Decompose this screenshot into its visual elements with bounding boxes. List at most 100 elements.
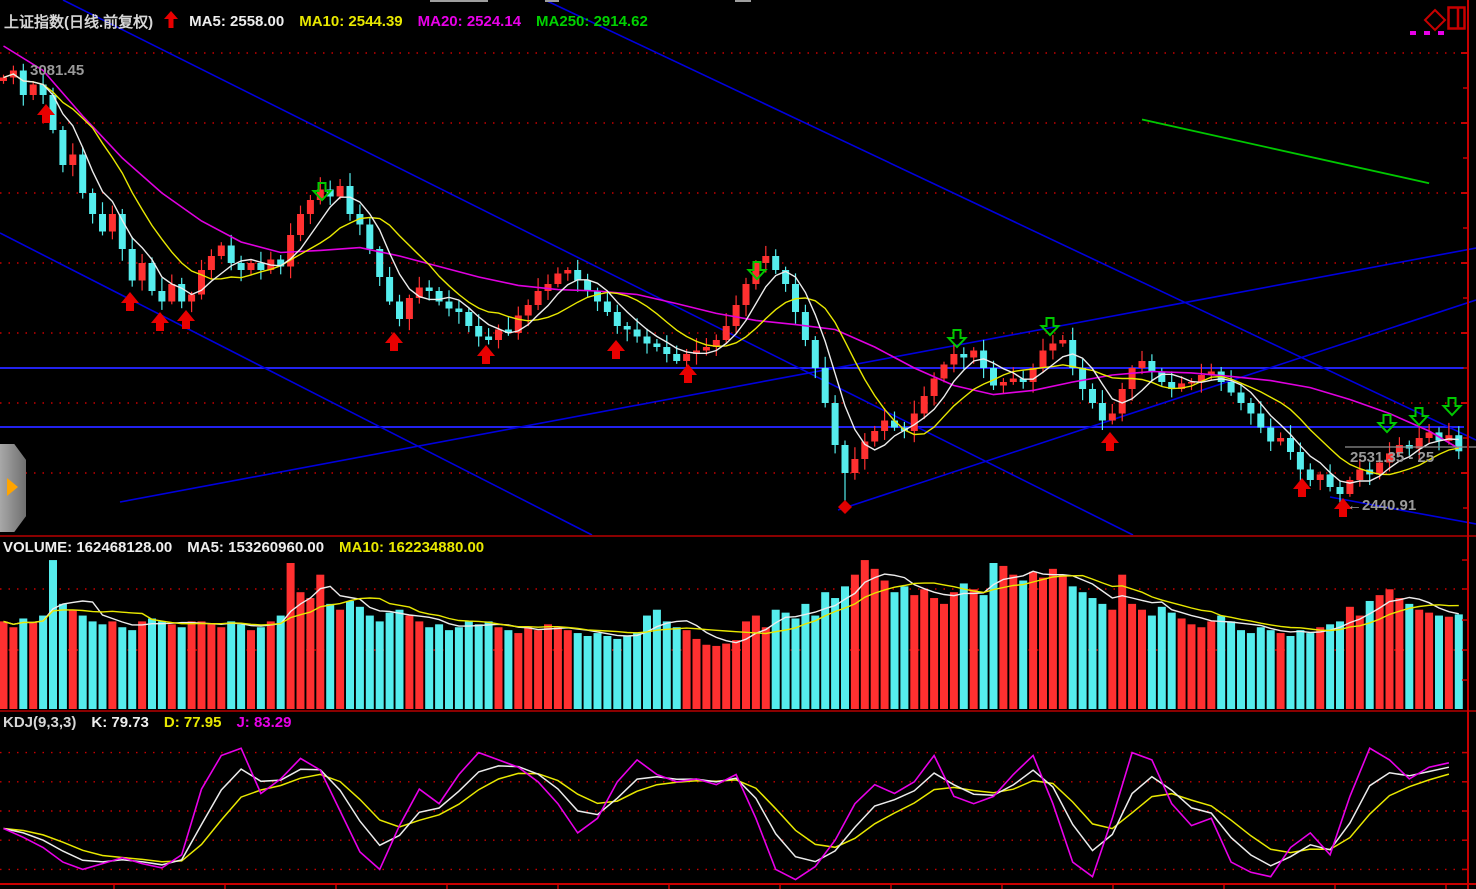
volume-bar <box>29 623 37 709</box>
volume-bar <box>1069 586 1077 709</box>
candle-body <box>1059 340 1066 344</box>
volume-bar <box>752 616 760 709</box>
candle-body <box>465 312 472 326</box>
volume-bar <box>128 630 136 709</box>
volume-bar <box>1296 630 1304 709</box>
volume-bar <box>455 627 463 709</box>
volume-bar <box>1118 575 1126 709</box>
volume-bar <box>1049 569 1057 709</box>
candle-body <box>99 214 106 232</box>
candle-body <box>158 291 165 302</box>
sell-signal-arrow-icon <box>1379 415 1396 432</box>
volume-bar <box>1435 616 1443 709</box>
volume-bar <box>980 595 988 709</box>
candle-body <box>881 421 888 432</box>
volume-bar <box>1108 610 1116 709</box>
volume-bar <box>762 627 770 709</box>
volume-bar <box>69 610 77 709</box>
volume-bar <box>891 592 899 709</box>
volume-bar <box>1455 614 1463 709</box>
volume-bar <box>118 627 126 709</box>
candle-body <box>812 340 819 368</box>
volume-bar <box>831 598 839 709</box>
volume-bar <box>49 560 57 709</box>
volume-bar <box>19 618 27 709</box>
volume-bar <box>207 624 215 709</box>
volume-bar <box>297 592 305 709</box>
candle-body <box>475 326 482 337</box>
window-edge-fragment <box>545 0 559 2</box>
volume-bar <box>1336 621 1344 709</box>
candle-body <box>69 155 76 166</box>
candle-body <box>89 193 96 214</box>
volume-bar <box>326 604 334 709</box>
volume-ma10-value: MA10: 162234880.00 <box>339 539 484 556</box>
chart-canvas[interactable] <box>0 0 1476 889</box>
candle-body <box>149 263 156 291</box>
candle-body <box>594 291 601 302</box>
volume-bar <box>1098 604 1106 709</box>
candle-body <box>673 354 680 361</box>
candle-body <box>1079 368 1086 389</box>
candle-body <box>1158 372 1165 383</box>
kdj-j-value: J: 83.29 <box>236 714 291 731</box>
volume-bar <box>198 621 206 709</box>
volume-bar <box>316 575 324 709</box>
volume-bar <box>445 630 453 709</box>
volume-bar <box>1217 616 1225 709</box>
volume-bar <box>1445 617 1453 709</box>
window-edge-fragment <box>430 0 488 2</box>
volume-bar <box>910 595 918 709</box>
volume-bar <box>653 610 661 709</box>
ma5-value: MA5: 2558.00 <box>189 13 284 30</box>
candle-body <box>426 288 433 292</box>
candle-body <box>574 270 581 281</box>
kdj-d-value: D: 77.95 <box>164 714 222 731</box>
volume-bar <box>524 627 532 709</box>
candle-body <box>703 347 710 351</box>
volume-bar <box>1366 601 1374 709</box>
candle-body <box>307 200 314 214</box>
candle-body <box>723 326 730 340</box>
volume-ma5-value: MA5: 153260960.00 <box>187 539 324 556</box>
candle-body <box>604 302 611 313</box>
candle-body <box>1247 403 1254 414</box>
volume-bar <box>950 592 958 709</box>
price-high-label: 3081.45 <box>30 62 84 79</box>
candle-body <box>832 403 839 445</box>
volume-bar <box>1257 627 1265 709</box>
more-options-dots-icon[interactable] <box>1410 31 1444 35</box>
volume-bar <box>1168 613 1176 709</box>
candle-body <box>386 277 393 302</box>
candle-body <box>1257 414 1264 428</box>
main-pane-header: 上证指数(日线.前复权) MA5: 2558.00 MA10: 2544.39 … <box>4 11 648 32</box>
sell-signal-arrow-icon <box>1042 318 1059 335</box>
volume-bar <box>1079 592 1087 709</box>
volume-bar <box>841 586 849 709</box>
volume-bar <box>1356 616 1364 709</box>
candle-body <box>584 281 591 292</box>
candle-body <box>257 263 264 270</box>
volume-bar <box>495 627 503 709</box>
kdj-d-line <box>4 773 1449 861</box>
volume-bar <box>782 613 790 709</box>
sell-signal-arrow-icon <box>1444 398 1461 415</box>
sidebar-expander-tab[interactable] <box>0 444 26 532</box>
panel-icon[interactable] <box>1447 6 1466 35</box>
candle-body <box>1109 414 1116 421</box>
volume-bar <box>1227 621 1235 709</box>
candle-body <box>297 214 304 235</box>
volume-bar <box>227 621 235 709</box>
candle-body <box>941 365 948 379</box>
volume-bar <box>425 627 433 709</box>
candle-body <box>822 368 829 403</box>
volume-bar <box>564 630 572 709</box>
candle-body <box>614 312 621 326</box>
candle-body <box>1307 470 1314 481</box>
volume-bar <box>603 636 611 709</box>
candle-body <box>931 379 938 397</box>
volume-bar <box>386 613 394 709</box>
volume-bar <box>633 633 641 709</box>
candle-body <box>1010 379 1017 383</box>
volume-bar <box>405 616 413 709</box>
